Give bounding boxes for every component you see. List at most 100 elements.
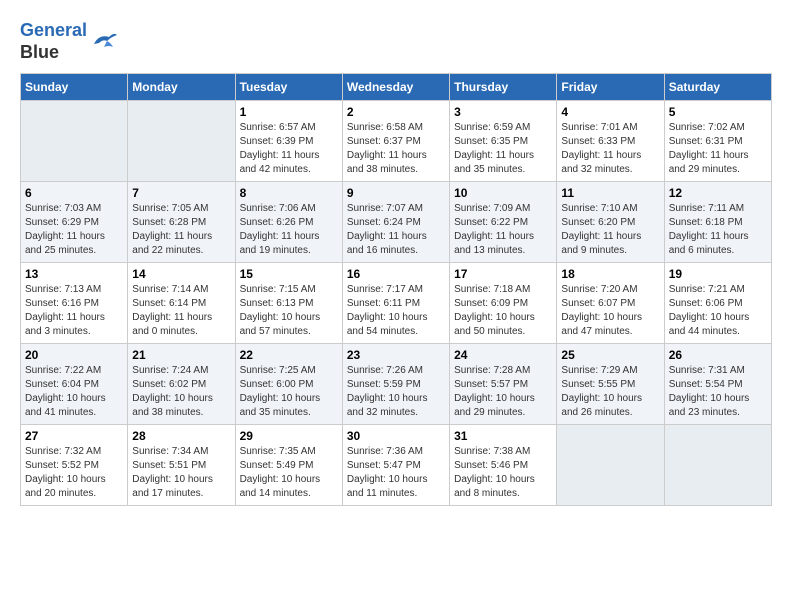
calendar-cell: 20 Sunrise: 7:22 AMSunset: 6:04 PMDayligh… (21, 344, 128, 425)
day-number: 24 (454, 348, 552, 362)
day-number: 16 (347, 267, 445, 281)
calendar-cell: 26 Sunrise: 7:31 AMSunset: 5:54 PMDayligh… (664, 344, 771, 425)
day-number: 3 (454, 105, 552, 119)
calendar-cell (128, 101, 235, 182)
calendar-cell: 25Sunrise: 7:29 AMSunset: 5:55 PMDayligh… (557, 344, 664, 425)
day-info: Sunrise: 7:02 AMSunset: 6:31 PMDaylight:… (669, 121, 767, 177)
calendar-cell: 1Sunrise: 6:57 AMSunset: 6:39 PMDaylight… (235, 101, 342, 182)
day-info: Sunrise: 7:28 AMSunset: 5:57 PMDaylight:… (454, 364, 552, 420)
calendar-cell: 30 Sunrise: 7:36 AMSunset: 5:47 PMDayligh… (342, 425, 449, 506)
day-number: 28 (132, 429, 230, 443)
header-day-wednesday: Wednesday (342, 74, 449, 101)
day-info: Sunrise: 7:22 AMSunset: 6:04 PMDaylight:… (25, 364, 123, 420)
day-number: 14 (132, 267, 230, 281)
day-info: Sunrise: 7:07 AMSunset: 6:24 PMDaylight:… (347, 202, 445, 258)
header-day-friday: Friday (557, 74, 664, 101)
calendar-cell: 15 Sunrise: 7:15 AMSunset: 6:13 PMDayligh… (235, 263, 342, 344)
day-info: Sunrise: 7:17 AMSunset: 6:11 PMDaylight:… (347, 283, 445, 339)
header-day-saturday: Saturday (664, 74, 771, 101)
day-number: 7 (132, 186, 230, 200)
day-number: 15 (240, 267, 338, 281)
day-info: Sunrise: 7:18 AMSunset: 6:09 PMDaylight:… (454, 283, 552, 339)
day-number: 27 (25, 429, 123, 443)
day-info: Sunrise: 7:21 AMSunset: 6:06 PMDaylight:… (669, 283, 767, 339)
calendar-cell: 24 Sunrise: 7:28 AMSunset: 5:57 PMDayligh… (450, 344, 557, 425)
logo-bird-icon (89, 29, 119, 54)
day-number: 20 (25, 348, 123, 362)
calendar-cell: 9 Sunrise: 7:07 AMSunset: 6:24 PMDaylight… (342, 182, 449, 263)
header-row: SundayMondayTuesdayWednesdayThursdayFrid… (21, 74, 772, 101)
calendar-cell: 11Sunrise: 7:10 AMSunset: 6:20 PMDayligh… (557, 182, 664, 263)
calendar-cell: 2Sunrise: 6:58 AMSunset: 6:37 PMDaylight… (342, 101, 449, 182)
day-info: Sunrise: 7:09 AMSunset: 6:22 PMDaylight:… (454, 202, 552, 258)
day-info: Sunrise: 6:57 AMSunset: 6:39 PMDaylight:… (240, 121, 338, 177)
day-number: 2 (347, 105, 445, 119)
week-row-4: 20 Sunrise: 7:22 AMSunset: 6:04 PMDayligh… (21, 344, 772, 425)
calendar-cell: 28Sunrise: 7:34 AMSunset: 5:51 PMDayligh… (128, 425, 235, 506)
calendar-cell: 29 Sunrise: 7:35 AMSunset: 5:49 PMDayligh… (235, 425, 342, 506)
day-info: Sunrise: 7:11 AMSunset: 6:18 PMDaylight:… (669, 202, 767, 258)
calendar-cell: 22 Sunrise: 7:25 AMSunset: 6:00 PMDayligh… (235, 344, 342, 425)
calendar-cell: 5 Sunrise: 7:02 AMSunset: 6:31 PMDaylight… (664, 101, 771, 182)
calendar-cell: 27 Sunrise: 7:32 AMSunset: 5:52 PMDayligh… (21, 425, 128, 506)
calendar-cell: 8 Sunrise: 7:06 AMSunset: 6:26 PMDaylight… (235, 182, 342, 263)
week-row-1: 1Sunrise: 6:57 AMSunset: 6:39 PMDaylight… (21, 101, 772, 182)
calendar-cell: 17 Sunrise: 7:18 AMSunset: 6:09 PMDayligh… (450, 263, 557, 344)
day-info: Sunrise: 7:26 AMSunset: 5:59 PMDaylight:… (347, 364, 445, 420)
day-number: 18 (561, 267, 659, 281)
day-info: Sunrise: 7:31 AMSunset: 5:54 PMDaylight:… (669, 364, 767, 420)
day-number: 19 (669, 267, 767, 281)
day-info: Sunrise: 7:14 AMSunset: 6:14 PMDaylight:… (132, 283, 230, 339)
day-number: 13 (25, 267, 123, 281)
calendar-cell: 4 Sunrise: 7:01 AMSunset: 6:33 PMDaylight… (557, 101, 664, 182)
calendar-cell: 12Sunrise: 7:11 AMSunset: 6:18 PMDayligh… (664, 182, 771, 263)
day-number: 21 (132, 348, 230, 362)
day-info: Sunrise: 7:35 AMSunset: 5:49 PMDaylight:… (240, 445, 338, 501)
day-info: Sunrise: 7:15 AMSunset: 6:13 PMDaylight:… (240, 283, 338, 339)
calendar-cell: 14 Sunrise: 7:14 AMSunset: 6:14 PMDayligh… (128, 263, 235, 344)
day-info: Sunrise: 7:32 AMSunset: 5:52 PMDaylight:… (25, 445, 123, 501)
logo-text: GeneralBlue (20, 20, 87, 63)
day-info: Sunrise: 7:36 AMSunset: 5:47 PMDaylight:… (347, 445, 445, 501)
day-info: Sunrise: 7:25 AMSunset: 6:00 PMDaylight:… (240, 364, 338, 420)
day-number: 4 (561, 105, 659, 119)
day-number: 9 (347, 186, 445, 200)
header-day-thursday: Thursday (450, 74, 557, 101)
calendar-cell: 18 Sunrise: 7:20 AMSunset: 6:07 PMDayligh… (557, 263, 664, 344)
day-info: Sunrise: 7:24 AMSunset: 6:02 PMDaylight:… (132, 364, 230, 420)
header-day-tuesday: Tuesday (235, 74, 342, 101)
day-number: 6 (25, 186, 123, 200)
day-number: 30 (347, 429, 445, 443)
day-number: 22 (240, 348, 338, 362)
calendar-cell: 3 Sunrise: 6:59 AMSunset: 6:35 PMDaylight… (450, 101, 557, 182)
day-number: 10 (454, 186, 552, 200)
week-row-3: 13 Sunrise: 7:13 AMSunset: 6:16 PMDayligh… (21, 263, 772, 344)
day-info: Sunrise: 7:38 AMSunset: 5:46 PMDaylight:… (454, 445, 552, 501)
day-number: 5 (669, 105, 767, 119)
calendar-table: SundayMondayTuesdayWednesdayThursdayFrid… (20, 73, 772, 506)
day-number: 11 (561, 186, 659, 200)
calendar-cell: 6Sunrise: 7:03 AMSunset: 6:29 PMDaylight… (21, 182, 128, 263)
calendar-cell: 21 Sunrise: 7:24 AMSunset: 6:02 PMDayligh… (128, 344, 235, 425)
calendar-cell: 19 Sunrise: 7:21 AMSunset: 6:06 PMDayligh… (664, 263, 771, 344)
day-number: 25 (561, 348, 659, 362)
calendar-cell (664, 425, 771, 506)
calendar-cell: 16 Sunrise: 7:17 AMSunset: 6:11 PMDayligh… (342, 263, 449, 344)
header-day-monday: Monday (128, 74, 235, 101)
header: GeneralBlue (20, 20, 772, 63)
day-number: 29 (240, 429, 338, 443)
calendar-cell: 10 Sunrise: 7:09 AMSunset: 6:22 PMDayligh… (450, 182, 557, 263)
week-row-2: 6Sunrise: 7:03 AMSunset: 6:29 PMDaylight… (21, 182, 772, 263)
calendar-cell: 23Sunrise: 7:26 AMSunset: 5:59 PMDayligh… (342, 344, 449, 425)
day-info: Sunrise: 7:13 AMSunset: 6:16 PMDaylight:… (25, 283, 123, 339)
day-number: 17 (454, 267, 552, 281)
calendar-cell (21, 101, 128, 182)
day-info: Sunrise: 7:06 AMSunset: 6:26 PMDaylight:… (240, 202, 338, 258)
day-number: 8 (240, 186, 338, 200)
day-info: Sunrise: 7:01 AMSunset: 6:33 PMDaylight:… (561, 121, 659, 177)
day-number: 31 (454, 429, 552, 443)
day-info: Sunrise: 7:20 AMSunset: 6:07 PMDaylight:… (561, 283, 659, 339)
day-number: 26 (669, 348, 767, 362)
day-info: Sunrise: 6:59 AMSunset: 6:35 PMDaylight:… (454, 121, 552, 177)
calendar-cell: 7Sunrise: 7:05 AMSunset: 6:28 PMDaylight… (128, 182, 235, 263)
